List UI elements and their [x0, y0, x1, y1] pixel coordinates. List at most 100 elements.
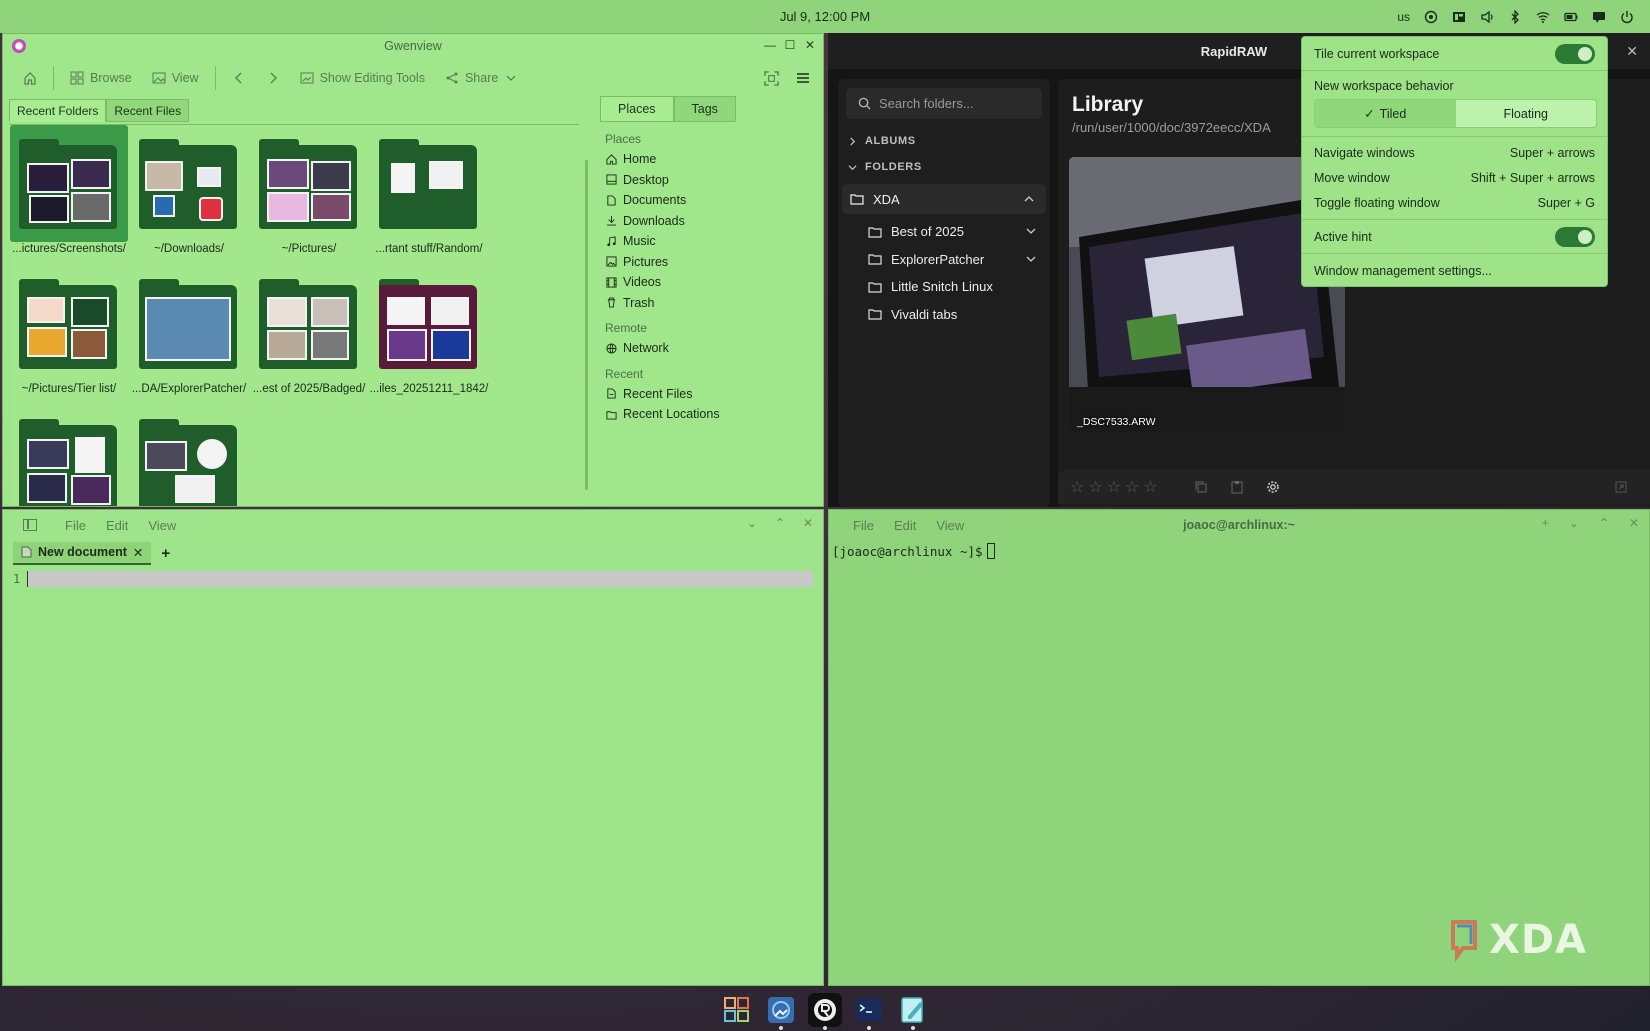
folder-root-xda[interactable]: XDA	[842, 184, 1046, 214]
star-rating-2[interactable]: ☆	[1088, 477, 1102, 497]
keyboard-layout-indicator[interactable]: us	[1397, 10, 1410, 24]
shortcut-row[interactable]: Move window Shift + Super + arrows	[1314, 168, 1595, 188]
place-home[interactable]: Home	[600, 149, 823, 170]
place-documents[interactable]: Documents	[600, 190, 823, 211]
star-rating-1[interactable]: ☆	[1070, 477, 1084, 497]
folder-item[interactable]: ~/Pictures/	[249, 125, 369, 265]
tab-new-document[interactable]: New document ✕	[13, 541, 152, 565]
gwenview-dock-icon[interactable]	[764, 993, 798, 1030]
folder-item[interactable]: ...iles_20251211_1842/	[369, 265, 489, 405]
settings-link-row[interactable]: Window management settings...	[1314, 261, 1595, 281]
volume-icon[interactable]	[1480, 10, 1494, 24]
place-downloads[interactable]: Downloads	[600, 211, 823, 232]
terminal-output[interactable]: [joaoc@archlinux ~]$	[829, 540, 1649, 562]
back-button[interactable]	[224, 67, 254, 89]
close-icon[interactable]: ✕	[1629, 516, 1639, 530]
menu-file[interactable]: File	[843, 518, 884, 533]
menu-view[interactable]: View	[138, 518, 186, 533]
place-recent-files[interactable]: Recent Files	[600, 384, 823, 405]
chevron-down-icon[interactable]	[1026, 254, 1036, 264]
tiling-icon[interactable]	[1452, 10, 1466, 24]
share-button[interactable]: Share	[437, 67, 526, 89]
clock[interactable]: Jul 9, 12:00 PM	[780, 9, 870, 24]
close-icon[interactable]: ✕	[1626, 43, 1638, 60]
shortcut-row[interactable]: Toggle floating window Super + G	[1314, 193, 1595, 213]
chevron-down-icon[interactable]	[1026, 226, 1036, 236]
sidebar-toggle-icon[interactable]	[23, 519, 37, 531]
tab-tags[interactable]: Tags	[673, 96, 736, 122]
place-videos[interactable]: Videos	[600, 272, 823, 293]
close-icon[interactable]: ✕	[803, 516, 813, 530]
forward-button[interactable]	[258, 67, 288, 89]
place-recent-locations[interactable]: Recent Locations	[600, 404, 823, 425]
folder-item-little-snitch[interactable]: Little Snitch Linux	[838, 273, 1050, 301]
rapidraw-dock-icon[interactable]	[808, 992, 842, 1030]
place-network[interactable]: Network	[600, 338, 823, 359]
gwenview-app-icon[interactable]	[12, 39, 26, 53]
menu-view[interactable]: View	[926, 518, 974, 533]
settings-icon[interactable]	[1266, 480, 1280, 494]
place-music[interactable]: Music	[600, 231, 823, 252]
tab-close-icon[interactable]: ✕	[133, 545, 143, 560]
menu-file[interactable]: File	[55, 518, 96, 533]
menu-edit[interactable]: Edit	[884, 518, 926, 533]
tiled-option[interactable]: ✓ Tiled	[1315, 100, 1456, 127]
folder-item-best-of-2025[interactable]: Best of 2025	[838, 218, 1050, 246]
tab-recent-files[interactable]: Recent Files	[106, 99, 190, 122]
search-folders-input[interactable]: Search folders...	[846, 88, 1042, 119]
export-icon[interactable]	[1614, 480, 1628, 494]
new-tab-icon[interactable]: +	[1542, 516, 1549, 530]
place-desktop[interactable]: Desktop	[600, 170, 823, 191]
copy-icon[interactable]	[1194, 480, 1208, 494]
current-line-highlight[interactable]	[27, 571, 813, 587]
shortcut-row[interactable]: Navigate windows Super + arrows	[1314, 143, 1595, 163]
bluetooth-icon[interactable]	[1508, 9, 1522, 24]
folders-scrollbar[interactable]	[585, 160, 588, 490]
gwenview-titlebar[interactable]: Gwenview — ☐ ✕	[3, 34, 823, 58]
minimize-icon[interactable]: —	[763, 37, 777, 53]
folders-section[interactable]: FOLDERS	[838, 154, 1050, 180]
folder-item-explorerpatcher[interactable]: ExplorerPatcher	[838, 246, 1050, 274]
folder-item[interactable]	[9, 405, 129, 506]
terminal-dock-icon[interactable]	[852, 993, 886, 1030]
tile-workspace-toggle[interactable]	[1555, 44, 1595, 64]
browse-button[interactable]: Browse	[62, 67, 140, 89]
hamburger-menu-icon[interactable]	[795, 70, 811, 86]
text-editor-dock-icon[interactable]	[896, 993, 930, 1030]
star-rating-3[interactable]: ☆	[1107, 477, 1121, 497]
star-rating-5[interactable]: ☆	[1143, 477, 1157, 497]
home-button[interactable]	[15, 67, 45, 89]
menu-edit[interactable]: Edit	[96, 518, 138, 533]
window-management-settings-link[interactable]: Window management settings...	[1314, 264, 1492, 278]
tab-places[interactable]: Places	[600, 96, 674, 122]
app-grid-icon[interactable]	[720, 993, 754, 1027]
notifications-icon[interactable]	[1592, 10, 1606, 24]
active-hint-toggle[interactable]	[1555, 227, 1595, 247]
maximize-icon[interactable]: ☐	[783, 37, 797, 53]
tile-workspace-row[interactable]: Tile current workspace	[1314, 43, 1595, 65]
paste-icon[interactable]	[1230, 480, 1244, 494]
folder-item-vivaldi-tabs[interactable]: Vivaldi tabs	[838, 301, 1050, 329]
view-button[interactable]: View	[144, 67, 207, 89]
folder-item[interactable]: ...rtant stuff/Random/	[369, 125, 489, 265]
active-hint-row[interactable]: Active hint	[1314, 226, 1595, 248]
folder-item[interactable]: ...DA/ExplorerPatcher/	[129, 265, 249, 405]
close-icon[interactable]: ✕	[803, 37, 817, 53]
show-editing-tools-button[interactable]: Show Editing Tools	[292, 67, 433, 89]
wifi-icon[interactable]	[1536, 10, 1550, 24]
tab-recent-folders[interactable]: Recent Folders	[9, 99, 107, 122]
chevron-down-icon[interactable]: ⌄	[1569, 516, 1579, 530]
power-icon[interactable]	[1620, 10, 1634, 24]
place-pictures[interactable]: Pictures	[600, 252, 823, 273]
place-trash[interactable]: Trash	[600, 293, 823, 314]
chevron-up-icon[interactable]: ⌃	[775, 516, 785, 530]
editor-line[interactable]: 1	[13, 570, 813, 588]
floating-option[interactable]: Floating	[1456, 100, 1597, 127]
new-tab-button[interactable]: +	[161, 545, 170, 562]
fullscreen-icon[interactable]	[764, 70, 779, 86]
folder-item[interactable]: ~/Downloads/	[129, 125, 249, 265]
chevron-up-icon[interactable]: ⌃	[1599, 516, 1609, 530]
battery-icon[interactable]	[1564, 10, 1578, 24]
star-rating-4[interactable]: ☆	[1125, 477, 1139, 497]
albums-section[interactable]: ALBUMS	[838, 128, 1050, 154]
